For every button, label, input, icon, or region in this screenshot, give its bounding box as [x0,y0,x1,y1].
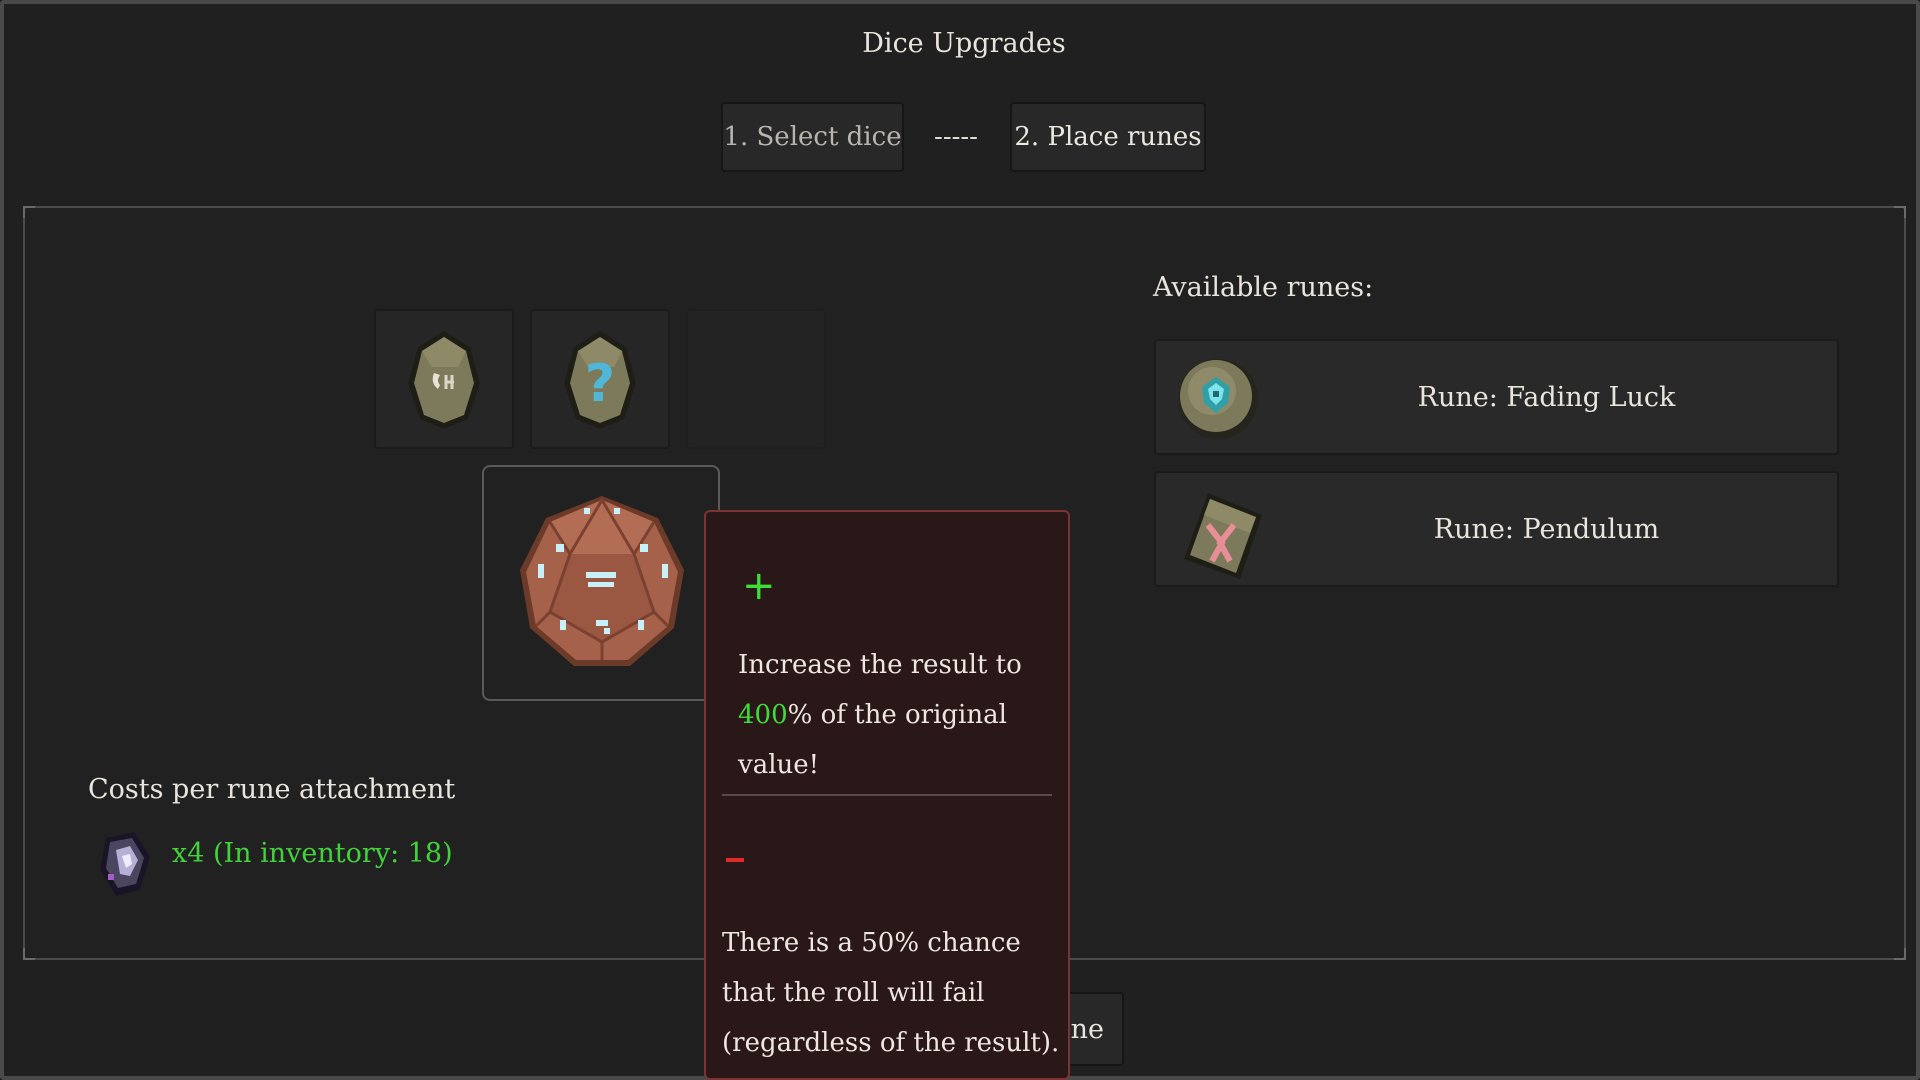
panel-corner [1894,948,1906,960]
svg-text:?: ? [585,354,615,414]
step-select-dice-button[interactable]: 1. Select dice [721,102,904,172]
page-title: Dice Upgrades [862,28,1066,59]
panel-corner [23,206,35,218]
positive-text-start: Increase the result to [738,650,1022,680]
rune-name: Rune: Fading Luck [1417,381,1676,413]
window-frame: Dice Upgrades 1. Select dice ----- 2. Pl… [0,0,1920,1080]
selected-die-frame[interactable] [482,465,720,701]
rune-option-pendulum[interactable]: Rune: Pendulum [1154,471,1839,587]
rune-option-fading-luck[interactable]: Rune: Fading Luck [1154,339,1839,455]
d20-die-icon [520,496,684,666]
cost-amount: x4 (In inventory: 18) [172,838,453,869]
negative-effect-minus-icon [726,858,744,862]
rune-name: Rune: Pendulum [1433,513,1660,545]
negative-effect-text: There is a 50% chance that the roll will… [722,928,1060,1058]
fading-luck-rune-icon [1178,359,1258,439]
rune-tooltip: + Increase the result to 400% of the ori… [704,510,1070,1080]
cost-title: Costs per rune attachment [88,774,456,805]
panel-corner [23,948,35,960]
pendulum-rune-icon [1184,493,1262,579]
runestone-question-icon: ? [564,331,636,429]
panel-corner [1894,206,1906,218]
tooltip-divider [722,794,1052,796]
step-separator: ----- [934,122,978,152]
positive-value: 400 [738,700,788,730]
rune-slot-1[interactable] [374,309,514,449]
available-runes-label: Available runes: [1153,272,1374,303]
runestone-symbol-icon [408,331,480,429]
crystal-shard-icon [100,832,150,896]
rune-slot-3-empty[interactable] [686,309,826,449]
rune-slot-2[interactable]: ? [530,309,670,449]
step-place-runes-button[interactable]: 2. Place runes [1010,102,1206,172]
positive-effect-text: Increase the result to 400% of the origi… [738,640,1038,790]
positive-effect-plus-icon: + [742,563,776,609]
